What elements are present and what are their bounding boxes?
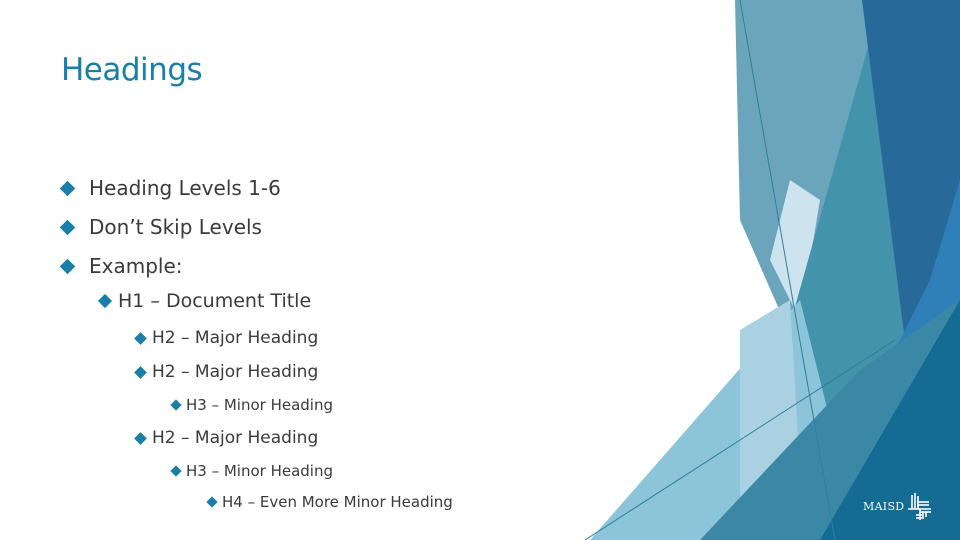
bullet-text: H2 – Major Heading bbox=[152, 362, 319, 382]
bullet-item: H2 – Major Heading bbox=[134, 428, 319, 448]
bullet-text: H1 – Document Title bbox=[118, 290, 312, 312]
bullet-item: Example: bbox=[59, 254, 183, 278]
diamond-bullet-icon bbox=[134, 331, 147, 345]
diamond-bullet-icon bbox=[170, 399, 182, 411]
maisd-logo: MAISD bbox=[863, 491, 933, 521]
bullet-item: Don’t Skip Levels bbox=[59, 215, 262, 239]
bullet-item: H2 – Major Heading bbox=[134, 362, 319, 382]
diamond-bullet-icon bbox=[59, 180, 76, 196]
logo-text: MAISD bbox=[863, 499, 905, 513]
bullet-text: Don’t Skip Levels bbox=[89, 215, 262, 239]
slide: Headings Heading Levels 1-6 Don’t Skip L… bbox=[0, 0, 960, 540]
bullet-text: Example: bbox=[89, 254, 183, 278]
bullet-text: H3 – Minor Heading bbox=[186, 462, 334, 480]
bullet-item: H3 – Minor Heading bbox=[170, 462, 334, 480]
diamond-bullet-icon bbox=[134, 431, 147, 445]
maisd-logo-icon bbox=[908, 493, 932, 520]
bullet-item: H3 – Minor Heading bbox=[170, 396, 334, 414]
diamond-bullet-icon bbox=[206, 496, 218, 508]
diamond-bullet-icon bbox=[59, 219, 76, 235]
diamond-bullet-icon bbox=[97, 293, 113, 309]
diamond-bullet-icon bbox=[170, 465, 182, 477]
bullet-item: Heading Levels 1-6 bbox=[59, 176, 281, 200]
bullet-text: H4 – Even More Minor Heading bbox=[222, 493, 453, 511]
diamond-bullet-icon bbox=[59, 258, 76, 274]
bullet-item: H2 – Major Heading bbox=[134, 328, 319, 348]
bullet-item: H1 – Document Title bbox=[97, 290, 312, 312]
diamond-bullet-icon bbox=[134, 365, 147, 379]
bullet-text: H2 – Major Heading bbox=[152, 328, 319, 348]
bullet-text: H3 – Minor Heading bbox=[186, 396, 334, 414]
slide-title: Headings bbox=[61, 52, 203, 88]
bullet-text: Heading Levels 1-6 bbox=[89, 176, 281, 200]
bullet-item: H4 – Even More Minor Heading bbox=[206, 493, 453, 511]
bullet-text: H2 – Major Heading bbox=[152, 428, 319, 448]
